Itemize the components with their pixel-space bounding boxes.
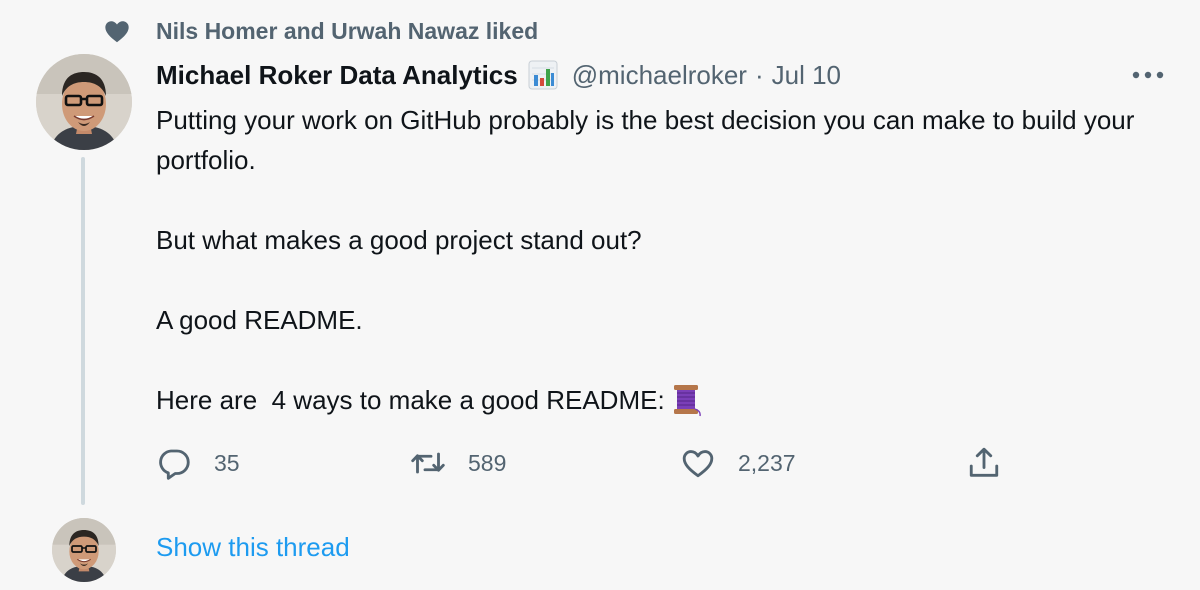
retweet-button[interactable]: 589: [410, 440, 506, 486]
heart-icon: [100, 14, 134, 48]
reply-button[interactable]: 35: [156, 440, 240, 486]
tweet-paragraph: Putting your work on GitHub probably is …: [156, 105, 1135, 175]
social-context-text[interactable]: Nils Homer and Urwah Nawaz liked: [156, 18, 538, 45]
tweet-paragraph: A good README.: [156, 305, 363, 335]
avatar-image: [52, 518, 116, 582]
show-thread-link[interactable]: Show this thread: [156, 532, 350, 563]
reply-count: 35: [214, 449, 240, 476]
avatar[interactable]: [36, 54, 132, 150]
bar-chart-emoji-icon: [528, 60, 558, 90]
tweet-paragraph: But what makes a good project stand out?: [156, 225, 642, 255]
author-handle[interactable]: @michaelroker: [572, 60, 747, 91]
share-button[interactable]: [966, 440, 1002, 486]
tweet-paragraph: Here are 4 ways to make a good README:: [156, 385, 665, 415]
thread-avatar[interactable]: [52, 518, 116, 582]
tweet-date[interactable]: Jul 10: [772, 60, 841, 91]
share-icon: [969, 447, 999, 477]
tweet-actions: 35 589 2,237: [156, 440, 1036, 486]
thread-connector-line: [81, 157, 85, 505]
author-name[interactable]: Michael Roker Data Analytics: [156, 60, 518, 91]
like-heart-icon: [682, 450, 714, 478]
retweet-count: 589: [468, 449, 507, 476]
tweet[interactable]: Nils Homer and Urwah Nawaz liked Michael…: [0, 0, 1200, 590]
retweet-icon: [411, 452, 445, 474]
like-button[interactable]: 2,237: [680, 440, 796, 486]
more-dots-icon: [1132, 71, 1164, 79]
tweet-text: Putting your work on GitHub probably is …: [156, 100, 1166, 420]
like-count: 2,237: [738, 449, 796, 476]
reply-icon: [159, 449, 190, 480]
avatar-image: [36, 54, 132, 150]
more-options-button[interactable]: [1128, 58, 1168, 92]
tweet-paragraph-last: Here are 4 ways to make a good README:: [156, 380, 1166, 420]
tweet-header: Michael Roker Data Analytics @michaelrok…: [156, 56, 1160, 94]
thread-spool-emoji-icon: [673, 385, 701, 417]
separator-dot: ·: [754, 59, 764, 90]
social-context: Nils Homer and Urwah Nawaz liked: [100, 14, 538, 48]
